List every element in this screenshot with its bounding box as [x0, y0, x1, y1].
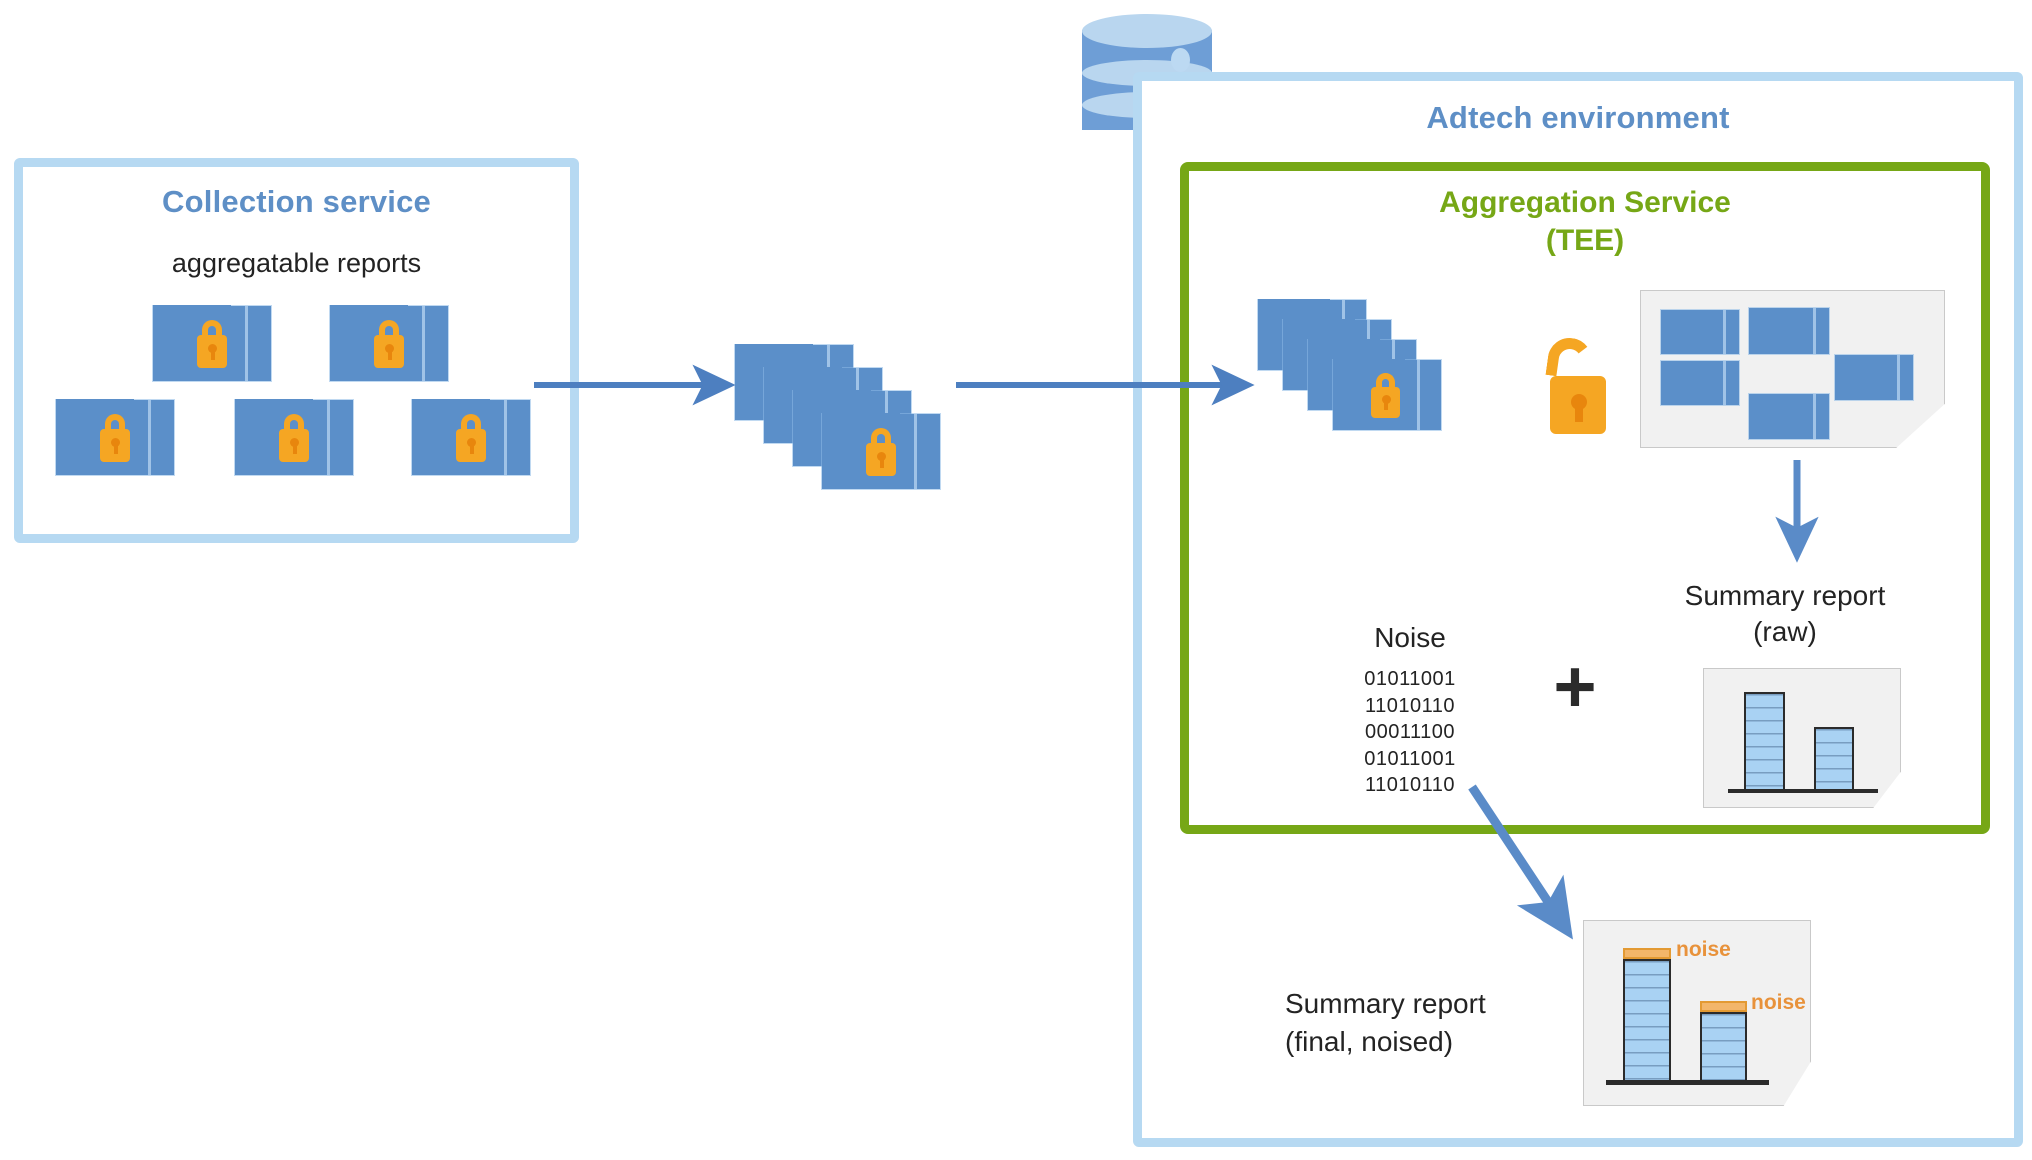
aggregation-service-heading-line1: Aggregation Service	[1439, 186, 1731, 219]
aggregatable-reports-label: aggregatable reports	[171, 248, 422, 278]
chart-bar	[1814, 727, 1854, 791]
aggregatable-report-card	[56, 399, 174, 475]
open-padlock-shackle	[1545, 335, 1595, 381]
closed-padlock-icon	[96, 414, 134, 462]
aggregatable-report-card	[412, 399, 530, 475]
summary-report-raw-chart	[1703, 668, 1901, 808]
aggregated-card	[1749, 308, 1829, 354]
chart-baseline	[1606, 1080, 1769, 1085]
aggregated-reports-document	[1640, 290, 1945, 448]
aggregated-card	[1835, 355, 1913, 400]
noise-bit-line: 11010110	[1364, 694, 1455, 717]
chart-bar	[1700, 1012, 1747, 1082]
open-padlock-icon	[1538, 335, 1614, 434]
summary-final-line2: (final, noised)	[1285, 1025, 1454, 1057]
report-card-front	[1333, 359, 1441, 430]
summary-report-final-label: Summary report (final, noised)	[1285, 985, 1595, 1061]
summary-raw-line1: Summary report	[1684, 580, 1886, 611]
noise-label: Noise	[1374, 622, 1446, 653]
report-card-front	[822, 413, 940, 489]
noise-bit-line: 01011001	[1364, 668, 1456, 690]
adtech-environment-heading: Adtech environment	[1426, 100, 1730, 135]
chart-bar	[1744, 692, 1785, 791]
noise-bits: 01011001 11010110 00011100 01011001 1101…	[1310, 666, 1510, 799]
closed-padlock-icon	[193, 320, 231, 368]
closed-padlock-icon	[1368, 373, 1404, 418]
noise-bit-line: 11010110	[1364, 774, 1455, 797]
collection-service-heading: Collection service	[162, 184, 431, 219]
closed-padlock-icon	[370, 320, 408, 368]
summary-report-final-chart: noise noise	[1583, 920, 1811, 1106]
chart-bar	[1623, 959, 1671, 1082]
noise-annotation: noise	[1676, 938, 1731, 961]
summary-report-raw-label: Summary report (raw)	[1600, 578, 1970, 651]
aggregated-card	[1661, 310, 1739, 354]
chart-baseline	[1728, 789, 1878, 793]
closed-padlock-icon	[452, 414, 490, 462]
summary-final-line1: Summary report	[1285, 988, 1486, 1019]
diagram-canvas: Collection service aggregatable reports	[0, 0, 2032, 1160]
noise-bit-line: 00011100	[1364, 721, 1455, 744]
aggregation-service-heading-line2: (TEE)	[1545, 224, 1625, 258]
aggregation-service-heading: Aggregation Service (TEE)	[1180, 184, 1990, 261]
closed-padlock-icon	[275, 414, 313, 462]
aggregated-card	[1661, 361, 1739, 405]
closed-padlock-icon	[862, 428, 900, 476]
chart-noise-cap	[1700, 1001, 1747, 1012]
plus-operator: +	[1553, 645, 1597, 728]
aggregated-card	[1749, 394, 1829, 439]
aggregatable-report-card	[235, 399, 353, 475]
chart-noise-cap	[1623, 948, 1671, 959]
noise-bit-line: 01011001	[1364, 747, 1456, 770]
summary-raw-line2: (raw)	[1753, 616, 1817, 648]
noise-annotation: noise	[1751, 991, 1806, 1014]
aggregatable-report-card	[153, 305, 271, 381]
aggregatable-report-card	[330, 305, 448, 381]
